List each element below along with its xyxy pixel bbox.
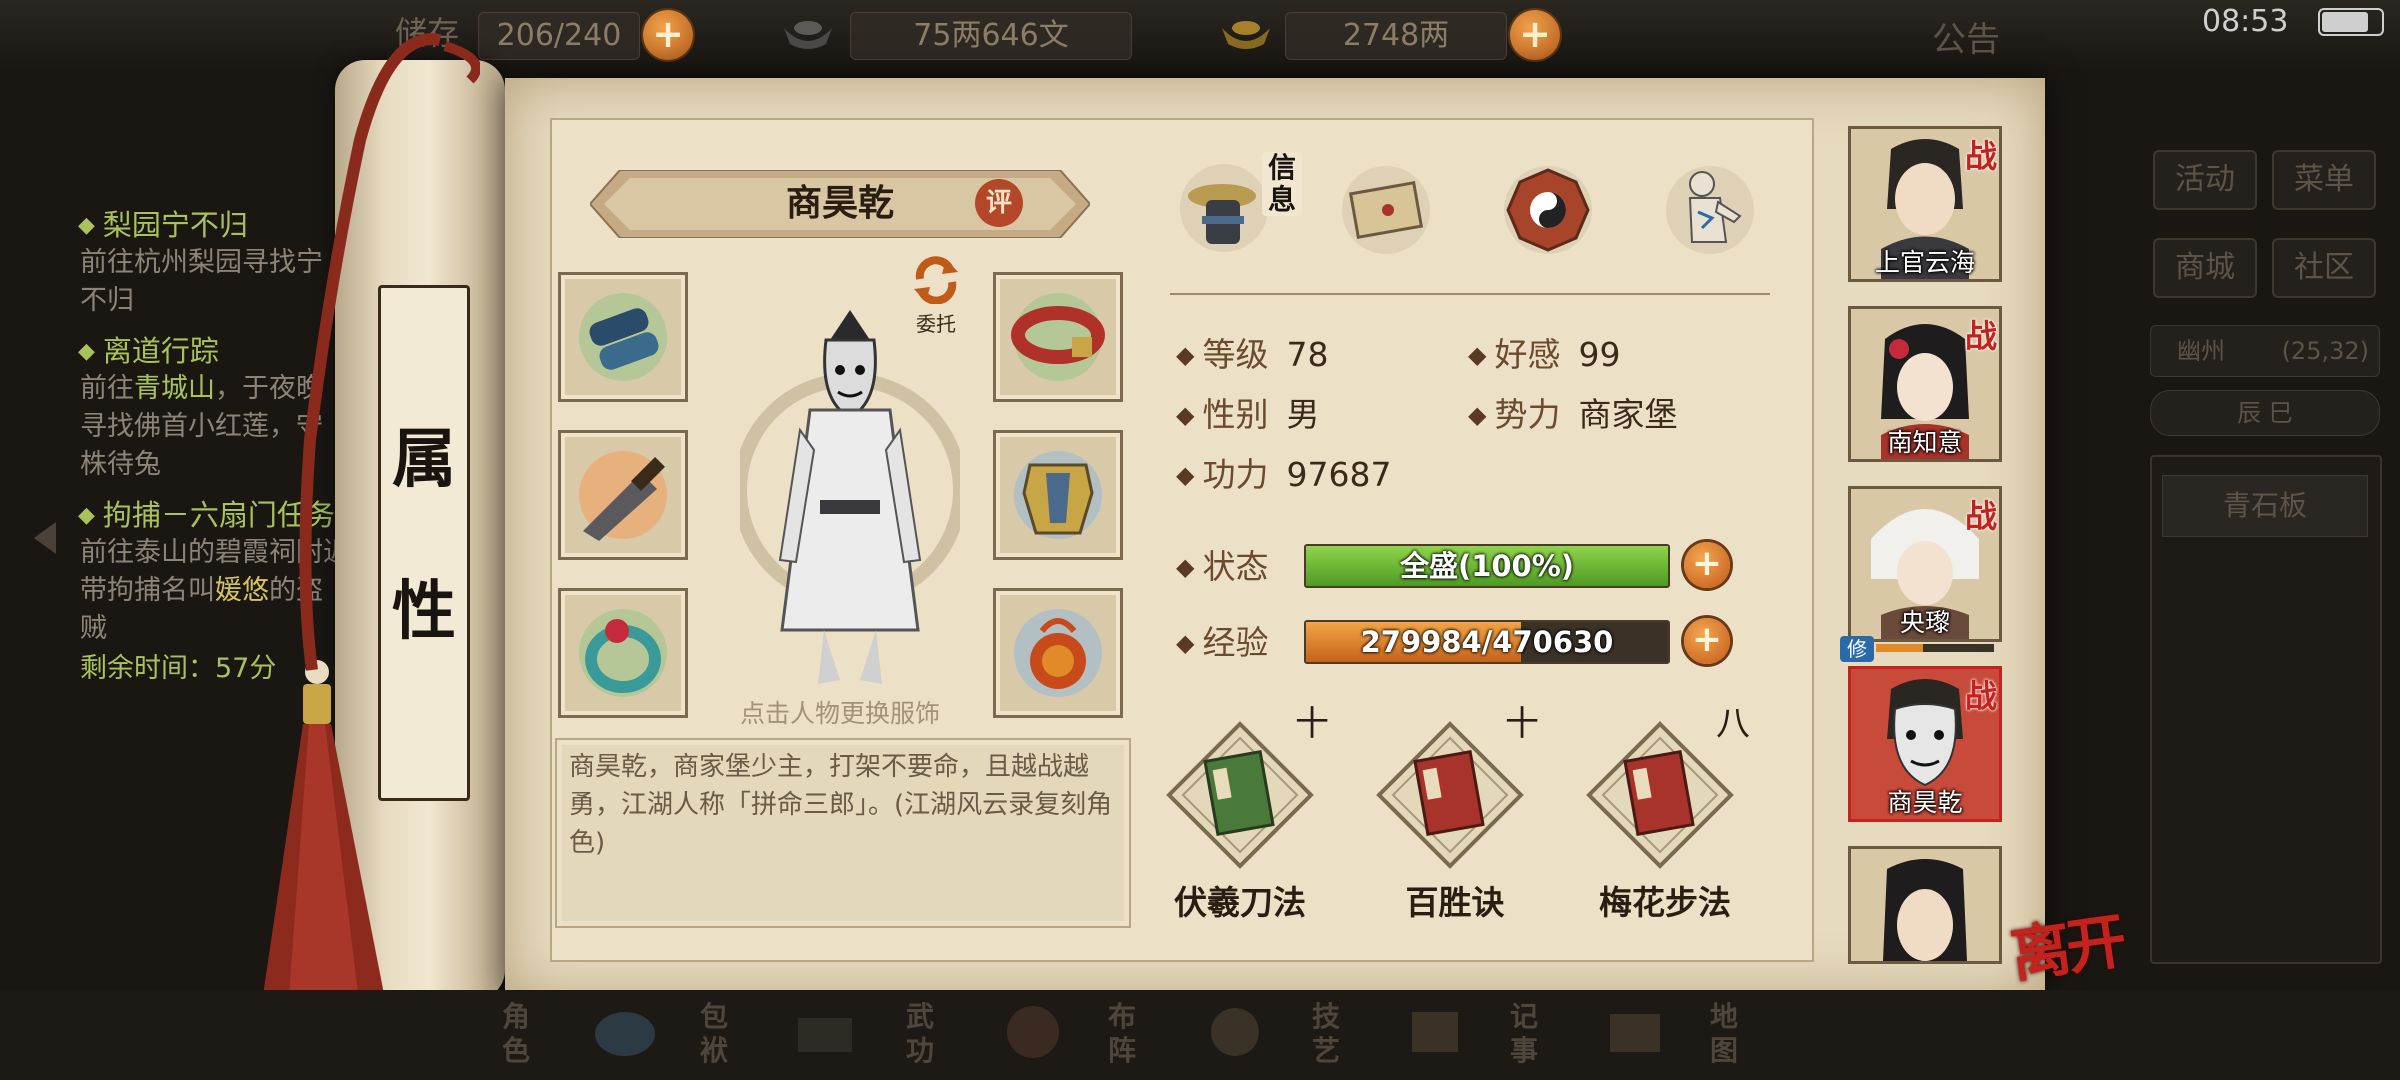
nav-journal[interactable]: 记事 [1510,1000,1544,1068]
map-icon[interactable] [1600,1000,1670,1060]
exp-add-button[interactable]: + [1684,618,1730,664]
nav-martial[interactable]: 武功 [906,1000,940,1068]
tassel-cord [299,33,480,671]
time-of-day: 辰 巳 [2150,390,2380,436]
portrait-icon [1851,849,1999,961]
nav-formation[interactable]: 布阵 [1108,1000,1142,1068]
cultivate-badge: 修 [1840,636,1874,662]
outfit-hint[interactable]: 点击人物更换服饰 [680,694,1000,730]
tabs-divider [1170,293,1770,295]
equip-slot-armor[interactable] [993,430,1123,560]
clock: 08:53 [2202,4,2289,39]
quest-title[interactable]: 梨园宁不归 [78,202,248,244]
storage-add-button[interactable]: + [643,10,693,60]
roster-card-selected[interactable]: 战 商昊乾 [1848,666,2002,822]
skill-book-red-icon[interactable] [1585,720,1735,870]
leave-button[interactable]: 离开 [2004,893,2127,995]
bagua-icon[interactable] [1500,162,1596,258]
roster-card[interactable] [1848,846,2002,964]
community-button[interactable]: 社区 [2272,238,2376,298]
status-bar: 全盛(100%) [1304,544,1670,588]
location-name: 幽州 [2177,337,2225,365]
roster-name: 上官云海 [1874,248,1975,277]
gold-ingot-icon [1222,21,1270,49]
exp-bar: 279984/470630 [1304,620,1670,664]
skill-book-red-icon[interactable] [1375,720,1525,870]
stat-level: ◆ 等级 78 [1176,335,1329,374]
description-box: 商昊乾，商家堡少主，打架不要命，且越战越勇，江湖人称「拼命三郎」。(江湖风云录复… [555,738,1131,928]
storage-value: 206/240 [478,12,640,60]
roster-name: 央瓈 [1899,608,1950,637]
scroll-map-icon[interactable] [1338,162,1434,258]
entrust-icon[interactable] [910,254,962,304]
equip-slot-ring[interactable] [558,588,688,718]
terrain-item[interactable]: 青石板 [2162,475,2368,537]
equip-slot-accessory[interactable] [993,588,1123,718]
jade-ring-icon [579,609,667,697]
location-bar[interactable]: 幽州 (25,32) [2150,325,2380,377]
notebook-icon[interactable] [1400,1000,1470,1060]
shop-button[interactable]: 商城 [2153,238,2257,298]
ingot-money-icon [784,21,832,49]
cleaver-icon [579,451,667,541]
nav-craft[interactable]: 技艺 [1312,1000,1346,1068]
stat-power: ◆ 功力 97687 [1176,455,1392,494]
notice-button[interactable]: 公告 [1932,12,2000,61]
activity-button[interactable]: 活动 [2153,150,2257,210]
stat-faction: ◆ 势力 商家堡 [1468,395,1678,434]
skill-name[interactable]: 百胜诀 [1345,876,1565,924]
nav-role[interactable]: 角色 [502,1000,536,1068]
nav-bag[interactable]: 包袱 [700,1000,734,1068]
bagua-nav-icon[interactable] [998,1000,1068,1060]
roster-card[interactable]: 战 上官云海 [1848,126,2002,282]
rate-button[interactable]: 评 [975,179,1023,227]
location-coords: (25,32) [2281,337,2369,365]
books-icon[interactable] [790,1000,860,1060]
gold-add-button[interactable]: + [1510,10,1560,60]
menu-button[interactable]: 菜单 [2272,150,2376,210]
ornament-icon [1014,609,1102,697]
roster-card[interactable]: 战 央瓈 [1848,486,2002,642]
battery-icon [2318,8,2384,36]
tab-info-label[interactable]: 信息 [1262,152,1302,216]
armor-icon [1014,451,1102,539]
hat-figure-icon[interactable] [1176,160,1272,256]
skill-book-green-icon[interactable] [1165,720,1315,870]
stat-exp-label: ◆ 经验 [1176,623,1269,662]
bag-icon[interactable] [590,1000,660,1060]
roster-name: 商昊乾 [1887,788,1963,817]
gold-value: 2748两 [1285,12,1507,60]
belt-icon [1011,293,1105,381]
equip-slot-belt[interactable] [993,272,1123,402]
nav-map[interactable]: 地图 [1710,1000,1744,1068]
money-value: 75两646文 [850,12,1132,60]
skill-nav-icon[interactable] [1200,1000,1270,1060]
bracers-icon [579,293,667,381]
stat-status-label: ◆ 状态 [1176,547,1269,586]
roster-name: 南知意 [1887,428,1963,457]
equip-slot-bracers[interactable] [558,272,688,402]
roster-card[interactable]: 战 南知意 [1848,306,2002,462]
cultivate-progress [1876,644,1994,652]
stat-gender: ◆ 性别男 [1176,395,1320,434]
character-description: 商昊乾，商家堡少主，打架不要命，且越战越勇，江湖人称「拼命三郎」。(江湖风云录复… [569,752,1113,858]
body-meridian-icon[interactable] [1662,162,1758,258]
skill-name[interactable]: 梅花步法 [1555,876,1775,924]
equip-slot-weapon[interactable] [558,430,688,560]
quest-title[interactable]: 离道行踪 [78,328,219,370]
skill-name[interactable]: 伏羲刀法 [1130,876,1350,924]
stat-favor: ◆ 好感 99 [1468,335,1621,374]
character-figure[interactable] [740,300,960,690]
status-add-button[interactable]: + [1684,542,1730,588]
